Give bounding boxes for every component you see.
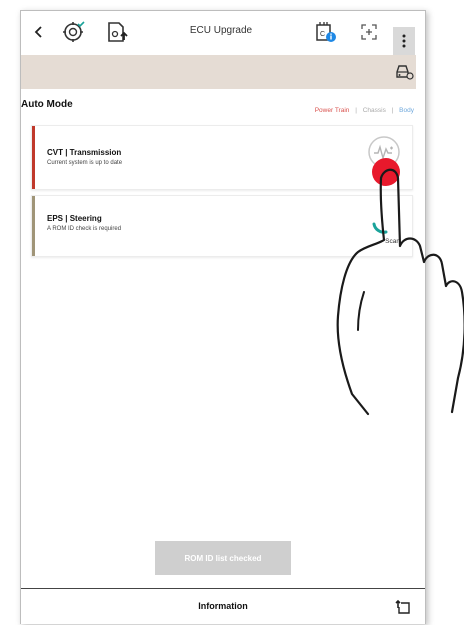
vehicle-upload-button[interactable] [103, 19, 131, 45]
system-description: A ROM ID check is required [47, 226, 122, 232]
scan-spinner-icon [372, 222, 388, 234]
svg-text:C: C [320, 31, 325, 38]
diagnostic-button[interactable] [59, 19, 87, 45]
tablet-screen: ECU Upgrade C Auto Mode Power Train | Ch… [20, 10, 426, 624]
status-accent-bar [32, 126, 35, 189]
top-bar: ECU Upgrade C [21, 11, 425, 55]
chevron-left-icon [34, 26, 42, 38]
tab-power-train[interactable]: Power Train [315, 107, 350, 114]
export-button[interactable] [395, 599, 411, 615]
fullscreen-icon [361, 24, 377, 40]
more-vertical-icon [402, 34, 406, 48]
more-menu-button[interactable] [393, 27, 415, 55]
rom-id-list-button[interactable]: ROM ID list checked [155, 541, 291, 575]
back-button[interactable] [29, 19, 49, 45]
ecu-info-icon: C [316, 22, 336, 42]
fullscreen-button[interactable] [356, 19, 382, 45]
export-icon [395, 599, 410, 614]
system-name: EPS | Steering [47, 214, 102, 223]
ecu-info-button[interactable]: C [313, 19, 339, 45]
auto-mode-header: Auto Mode Power Train | Chassis | Body [21, 99, 416, 119]
information-label[interactable]: Information [21, 601, 425, 611]
page-title: ECU Upgrade [189, 25, 253, 36]
system-card-eps[interactable]: EPS | Steering A ROM ID check is require… [31, 195, 413, 257]
system-card-cvt[interactable]: CVT | Transmission Current system is up … [31, 125, 413, 190]
system-name: CVT | Transmission [47, 148, 122, 157]
car-settings-icon [396, 65, 414, 80]
tab-chassis[interactable]: Chassis [363, 107, 386, 114]
tab-body[interactable]: Body [399, 107, 414, 114]
status-indicator[interactable] [366, 134, 402, 170]
filter-separator: | [391, 107, 394, 114]
car-settings-button[interactable] [394, 63, 414, 81]
diagnostic-gear-icon [63, 21, 85, 42]
waveform-check-icon [368, 136, 400, 168]
filter-separator: | [355, 107, 357, 114]
system-filter-tabs: Power Train | Chassis | Body [315, 107, 414, 114]
vehicle-upload-icon [108, 22, 128, 42]
information-bar: Information [21, 588, 425, 624]
vehicle-info-bar [21, 55, 416, 89]
status-accent-bar [32, 196, 35, 256]
system-description: Current system is up to date [47, 160, 123, 166]
scan-button[interactable] [366, 206, 402, 242]
scan-label: Scan [385, 238, 400, 245]
auto-mode-title: Auto Mode [21, 99, 73, 110]
